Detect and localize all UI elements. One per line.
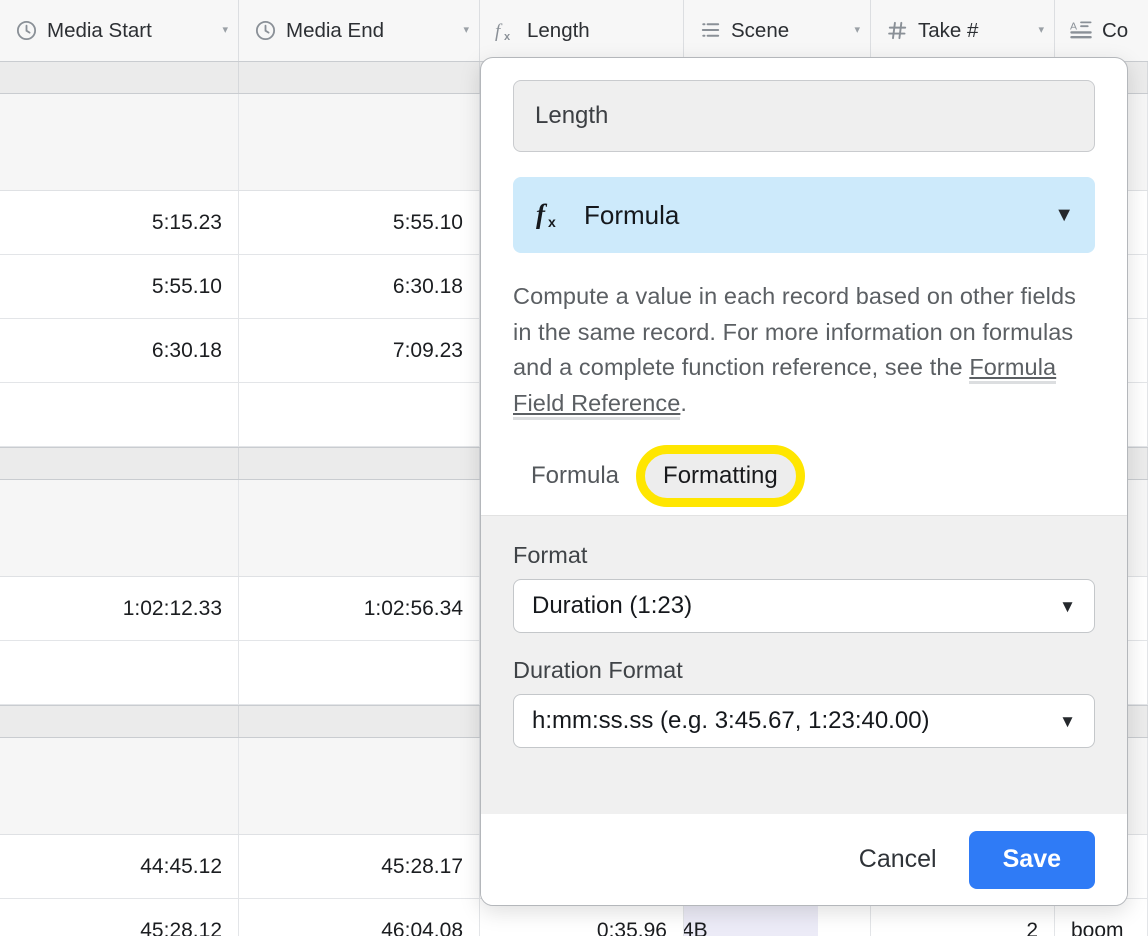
group-cell — [239, 738, 480, 834]
cancel-button[interactable]: Cancel — [853, 839, 943, 880]
cell-media-end[interactable]: 45:28.17 — [239, 835, 480, 898]
chevron-down-icon[interactable]: ▾ — [1038, 25, 1044, 36]
column-header-label: Length — [527, 18, 590, 42]
clock-icon — [14, 19, 38, 43]
cell-media-start[interactable]: 6:30.18 — [0, 319, 239, 382]
description-text-after: . — [680, 389, 688, 416]
cell-media-end[interactable]: 46:04.08 — [239, 899, 480, 936]
band-cell — [239, 62, 480, 93]
svg-text:A: A — [1070, 21, 1077, 33]
duration-format-select-value: h:mm:ss.ss (e.g. 3:45.67, 1:23:40.00) — [532, 707, 930, 735]
formula-fx-icon: f x — [494, 19, 518, 43]
cell-media-start[interactable]: 44:45.12 — [0, 835, 239, 898]
format-select-value: Duration (1:23) — [532, 592, 693, 620]
popup-top-section: Length f x Formula ▼ Compute a value in … — [481, 58, 1127, 421]
column-header-scene[interactable]: Scene ▾ — [684, 0, 871, 61]
tab-formula[interactable]: Formula — [513, 453, 637, 499]
number-hash-icon — [885, 19, 909, 43]
format-label: Format — [513, 542, 588, 569]
band-cell — [239, 706, 480, 737]
single-select-icon — [698, 19, 722, 43]
cell-empty — [239, 383, 480, 446]
column-header-comment[interactable]: A Co — [1055, 0, 1148, 61]
clock-icon — [253, 19, 277, 43]
cell-media-start[interactable]: 5:15.23 — [0, 191, 239, 254]
chevron-down-icon[interactable]: ▾ — [222, 25, 228, 36]
chevron-down-icon[interactable]: ▾ — [463, 25, 469, 36]
band-cell — [239, 448, 480, 479]
popup-tabs: Formula Formatting — [481, 445, 1127, 508]
svg-text:f: f — [495, 21, 503, 42]
field-type-select[interactable]: f x Formula ▼ — [513, 177, 1095, 253]
column-header-media-start[interactable]: Media Start ▾ — [0, 0, 239, 61]
grid-column-header-row: Media Start ▾ Media End ▾ f x Length Sce… — [0, 0, 1148, 62]
cell-media-end[interactable]: 5:55.10 — [239, 191, 480, 254]
band-cell — [0, 62, 239, 93]
group-cell — [239, 480, 480, 576]
column-header-media-end[interactable]: Media End ▾ — [239, 0, 480, 61]
cell-empty — [0, 641, 239, 704]
tab-formatting[interactable]: Formatting — [645, 453, 796, 500]
cell-empty — [0, 383, 239, 446]
group-cell — [0, 480, 239, 576]
svg-text:x: x — [504, 31, 511, 43]
svg-text:f: f — [536, 199, 548, 229]
save-button[interactable]: Save — [968, 830, 1095, 889]
column-header-label: Take # — [918, 18, 979, 42]
column-header-label: Media Start — [47, 18, 152, 42]
column-header-label: Media End — [286, 18, 385, 42]
cell-media-start[interactable]: 1:02:12.33 — [0, 577, 239, 640]
cell-empty — [239, 641, 480, 704]
field-type-description: Compute a value in each record based on … — [513, 279, 1095, 421]
field-type-label: Formula — [584, 199, 680, 230]
group-cell — [0, 94, 239, 190]
band-cell — [0, 448, 239, 479]
chevron-down-icon[interactable]: ▼ — [1059, 713, 1076, 730]
cell-media-end[interactable]: 7:09.23 — [239, 319, 480, 382]
cell-media-end[interactable]: 1:02:56.34 — [239, 577, 480, 640]
duration-format-label: Duration Format — [513, 657, 683, 684]
popup-footer: Cancel Save — [481, 814, 1127, 905]
field-name-input[interactable]: Length — [513, 80, 1095, 152]
formula-fx-icon: f x — [534, 198, 568, 232]
svg-text:x: x — [548, 214, 556, 230]
group-cell — [239, 94, 480, 190]
band-cell — [0, 706, 239, 737]
chevron-down-icon[interactable]: ▾ — [854, 25, 860, 36]
formatting-tab-highlight: Formatting — [636, 445, 805, 508]
chevron-down-icon[interactable]: ▼ — [1059, 598, 1076, 615]
column-header-label: Co — [1102, 18, 1129, 42]
format-select[interactable]: Duration (1:23) ▼ — [513, 579, 1095, 634]
column-header-label: Scene — [731, 18, 790, 42]
duration-format-select[interactable]: h:mm:ss.ss (e.g. 3:45.67, 1:23:40.00) ▼ — [513, 694, 1095, 749]
formatting-panel: Format Duration (1:23) ▼ Duration Format… — [481, 515, 1127, 814]
group-cell — [0, 738, 239, 834]
cell-media-start[interactable]: 5:55.10 — [0, 255, 239, 318]
cell-media-start[interactable]: 45:28.12 — [0, 899, 239, 936]
long-text-icon: A — [1069, 19, 1093, 43]
column-header-length[interactable]: f x Length — [480, 0, 684, 61]
field-editor-popup: Length f x Formula ▼ Compute a value in … — [480, 57, 1128, 906]
cell-media-end[interactable]: 6:30.18 — [239, 255, 480, 318]
column-header-take-number[interactable]: Take # ▾ — [871, 0, 1055, 61]
chevron-down-icon[interactable]: ▼ — [1054, 205, 1074, 225]
